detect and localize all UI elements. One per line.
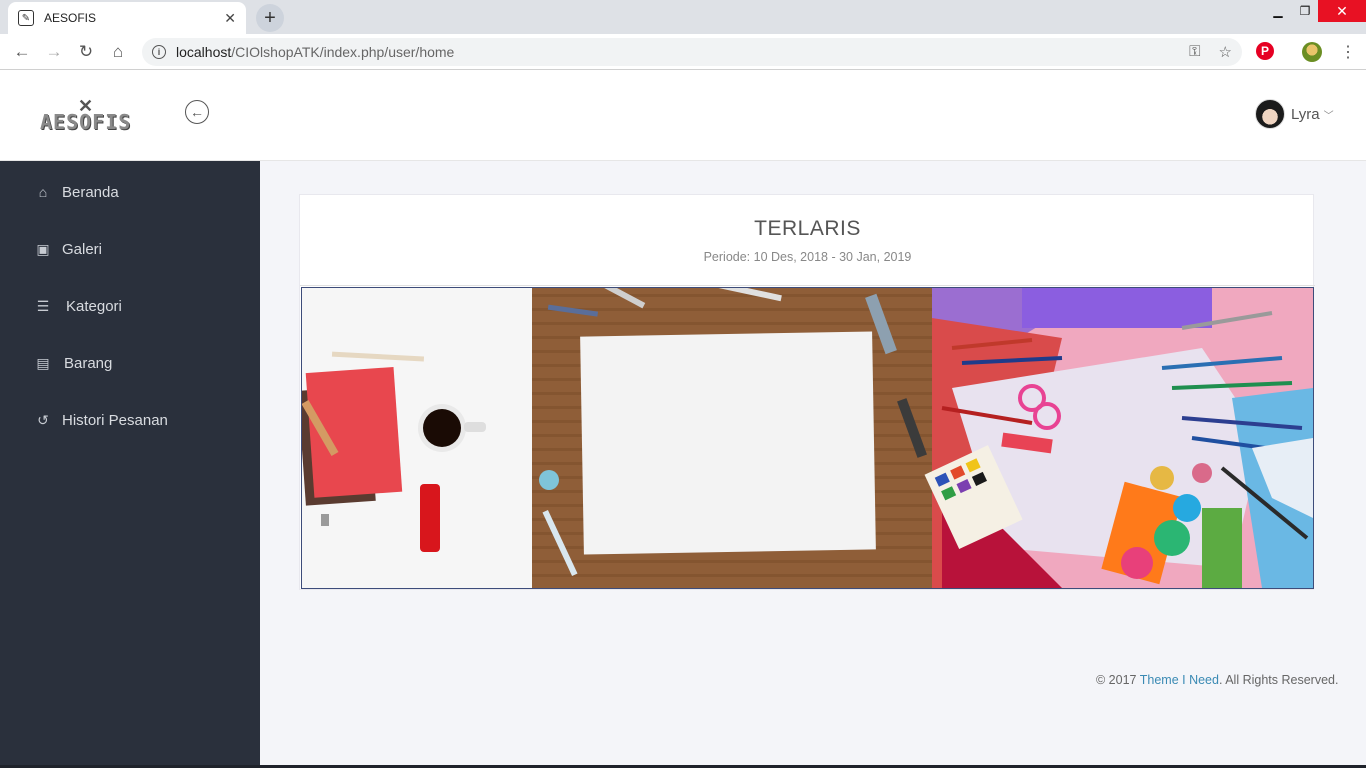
window-minimize-button[interactable]: ▁: [1264, 0, 1292, 22]
product-banner-image: [301, 287, 1314, 589]
tab-close-icon[interactable]: ✕: [224, 10, 236, 27]
sidebar-item-kategori[interactable]: ☰ Kategori: [34, 294, 122, 318]
new-tab-button[interactable]: +: [256, 4, 284, 32]
tab-title: AESOFIS: [44, 11, 97, 25]
browser-tab[interactable]: ✎ AESOFIS ✕: [8, 2, 246, 34]
key-icon[interactable]: ⚿: [1189, 43, 1200, 61]
sidebar-toggle-icon[interactable]: ←: [185, 100, 209, 124]
avatar: [1255, 99, 1285, 129]
sidebar-item-label: Galeri: [62, 240, 103, 258]
chevron-down-icon: ﹀: [1323, 110, 1334, 122]
sidebar-item-beranda[interactable]: ⌂ Beranda: [34, 180, 119, 204]
footer-copyright: © 2017 Theme I Need. All Rights Reserved…: [1096, 673, 1338, 687]
url-host: localhost: [176, 44, 232, 60]
reload-icon[interactable]: ↻: [74, 40, 98, 64]
browser-tabstrip: ✎ AESOFIS ✕ + ▁ ❐ ✕: [0, 0, 1366, 34]
sidebar-item-label: Histori Pesanan: [62, 411, 168, 429]
history-icon: ↺: [37, 411, 49, 428]
period-text: Periode: 10 Des, 2018 - 30 Jan, 2019: [703, 250, 912, 264]
address-bar[interactable]: i localhost/CIOlshopATK/index.php/user/h…: [142, 38, 1242, 66]
image-icon: ▣: [36, 240, 50, 257]
url-path: /CIOlshopATK/index.php/user/home: [231, 44, 455, 60]
user-name: Lyra: [1291, 105, 1320, 123]
user-menu[interactable]: Lyra ﹀: [1255, 99, 1334, 129]
window-restore-button[interactable]: ❐: [1292, 0, 1318, 22]
forward-arrow-icon[interactable]: →: [42, 40, 66, 64]
page-title: TERLARIS: [754, 217, 861, 240]
table-icon: ▤: [36, 354, 50, 371]
bestseller-card: TERLARIS Periode: 10 Des, 2018 - 30 Jan,…: [299, 194, 1315, 590]
sidebar-item-histori-pesanan[interactable]: ↺ Histori Pesanan: [34, 408, 168, 432]
footer-suffix: . All Rights Reserved.: [1218, 673, 1339, 687]
logo-text: AESOFIS: [40, 110, 132, 134]
aesofis-logo[interactable]: ✕ AESOFIS: [40, 96, 140, 134]
back-arrow-icon[interactable]: ←: [10, 40, 34, 64]
list-icon: ☰: [36, 297, 50, 314]
theme-link[interactable]: Theme I Need: [1140, 673, 1219, 687]
site-info-icon[interactable]: i: [152, 45, 166, 59]
browser-profile-avatar[interactable]: [1302, 42, 1322, 62]
bookmark-star-icon[interactable]: ☆: [1219, 43, 1232, 61]
home-button-icon[interactable]: ⌂: [106, 40, 130, 64]
sidebar-item-label: Beranda: [62, 183, 119, 201]
sidebar-item-label: Kategori: [66, 297, 122, 315]
home-icon: ⌂: [38, 184, 48, 200]
url-text[interactable]: localhost/CIOlshopATK/index.php/user/hom…: [176, 44, 454, 60]
app-header: ✕ AESOFIS ← Lyra ﹀: [0, 70, 1366, 161]
browser-menu-icon[interactable]: ⋮: [1338, 40, 1358, 64]
site-favicon-icon: ✎: [18, 10, 34, 26]
sidebar-item-galeri[interactable]: ▣ Galeri: [34, 237, 102, 261]
sidebar: ⌂ Beranda ▣ Galeri ☰ Kategori ▤ Barang ↺…: [0, 161, 260, 768]
browser-toolbar: ← → ↻ ⌂ i localhost/CIOlshopATK/index.ph…: [0, 34, 1366, 70]
sidebar-item-barang[interactable]: ▤ Barang: [34, 351, 112, 375]
footer-prefix: © 2017: [1096, 673, 1140, 687]
divider: [300, 285, 1315, 286]
sidebar-item-label: Barang: [64, 354, 113, 372]
stationery-banner-illustration: [302, 288, 1313, 588]
window-close-button[interactable]: ✕: [1318, 0, 1366, 22]
pinterest-extension-icon[interactable]: P: [1256, 42, 1274, 60]
